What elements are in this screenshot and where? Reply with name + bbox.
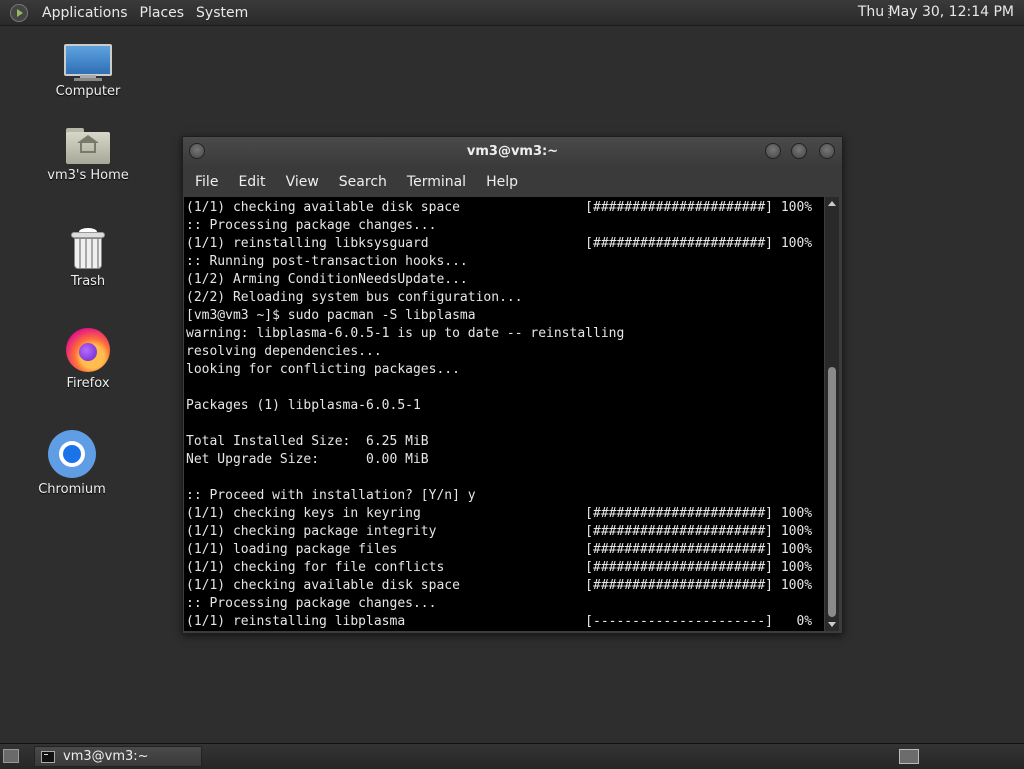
menu-help[interactable]: Help	[478, 174, 526, 190]
terminal-line: :: Running post-transaction hooks...	[186, 254, 468, 269]
terminal-line: warning: libplasma-6.0.5-1 is up to date…	[186, 326, 625, 341]
desktop-icon-firefox[interactable]: Firefox	[38, 328, 138, 391]
terminal-line: (1/1) reinstalling libplasma [----------…	[186, 614, 813, 629]
menu-file[interactable]: File	[187, 174, 226, 190]
terminal-line: (1/1) loading package files [###########…	[186, 542, 813, 557]
window-titlebar[interactable]: vm3@vm3:~	[183, 137, 842, 167]
terminal-line: (1/1) checking available disk space [###…	[186, 578, 813, 593]
terminal-text: (1/1) checking available disk space [###…	[184, 197, 824, 631]
terminal-line: Packages (1) libplasma-6.0.5-1	[186, 398, 421, 413]
scroll-down-icon[interactable]	[828, 622, 836, 627]
distro-logo-icon[interactable]	[10, 3, 28, 22]
terminal-line: (1/2) Arming ConditionNeedsUpdate...	[186, 272, 468, 287]
terminal-menubar: File Edit View Search Terminal Help	[183, 167, 842, 197]
scroll-thumb[interactable]	[828, 367, 836, 617]
desktop-icon-label: vm3's Home	[47, 168, 129, 183]
desktop-icon-label: Computer	[55, 84, 121, 99]
terminal-line: [vm3@vm3 ~]$ sudo pacman -S libplasma	[186, 308, 476, 323]
top-panel: Applications Places System Thu May 30, 1…	[0, 0, 1024, 26]
terminal-line: (1/1) checking package integrity [######…	[186, 524, 813, 539]
terminal-line: :: Processing package changes...	[186, 596, 437, 611]
terminal-line: :: Processing package changes...	[186, 218, 437, 233]
maximize-button[interactable]	[791, 143, 807, 159]
window-title: vm3@vm3:~	[466, 144, 559, 159]
bottom-panel: vm3@vm3:~	[0, 743, 1024, 769]
terminal-line: :: Proceed with installation? [Y/n] y	[186, 488, 476, 503]
show-desktop-icon[interactable]	[3, 749, 19, 763]
desktop-icon-chromium[interactable]: Chromium	[22, 430, 122, 497]
desktop-icon-label: Firefox	[66, 376, 110, 391]
clock[interactable]: Thu May 30, 12:14 PM	[858, 4, 1014, 20]
menu-view[interactable]: View	[278, 174, 327, 190]
desktop-icon-home[interactable]: vm3's Home	[38, 128, 138, 183]
terminal-scrollbar[interactable]	[825, 197, 839, 631]
applications-menu[interactable]: Applications	[36, 5, 134, 21]
terminal-line: looking for conflicting packages...	[186, 362, 460, 377]
workspace-switcher[interactable]	[899, 749, 919, 764]
system-menu[interactable]: System	[190, 5, 254, 21]
desktop-icon-label: Chromium	[38, 482, 106, 497]
terminal-line: Total Installed Size: 6.25 MiB	[186, 434, 429, 449]
desktop-icon-computer[interactable]: Computer	[38, 44, 138, 99]
terminal-icon	[41, 750, 55, 763]
terminal-line: Net Upgrade Size: 0.00 MiB	[186, 452, 429, 467]
home-folder-icon	[66, 128, 110, 164]
terminal-line: (1/1) checking available disk space [###…	[186, 200, 813, 215]
taskbar-window-label: vm3@vm3:~	[63, 749, 149, 764]
desktop-icon-trash[interactable]: Trash	[38, 228, 138, 289]
places-menu[interactable]: Places	[134, 5, 191, 21]
scroll-up-icon[interactable]	[828, 201, 836, 206]
menu-search[interactable]: Search	[331, 174, 395, 190]
minimize-button[interactable]	[765, 143, 781, 159]
menu-terminal[interactable]: Terminal	[399, 174, 474, 190]
trash-icon	[71, 228, 105, 270]
menu-edit[interactable]: Edit	[230, 174, 273, 190]
desktop-icon-label: Trash	[70, 274, 106, 289]
terminal-window[interactable]: vm3@vm3:~ File Edit View Search Terminal…	[182, 136, 843, 634]
terminal-line: (1/1) reinstalling libksysguard [#######…	[186, 236, 813, 251]
chromium-icon	[48, 430, 96, 478]
terminal-line: (1/1) checking for file conflicts [#####…	[186, 560, 813, 575]
computer-icon	[64, 44, 112, 81]
firefox-icon	[66, 328, 110, 372]
taskbar-window-button[interactable]: vm3@vm3:~	[34, 746, 202, 767]
terminal-line: (2/2) Reloading system bus configuration…	[186, 290, 523, 305]
terminal-output[interactable]: (1/1) checking available disk space [###…	[184, 197, 824, 631]
terminal-line: resolving dependencies...	[186, 344, 382, 359]
close-button[interactable]	[819, 143, 835, 159]
terminal-line: (1/1) checking keys in keyring [########…	[186, 506, 813, 521]
